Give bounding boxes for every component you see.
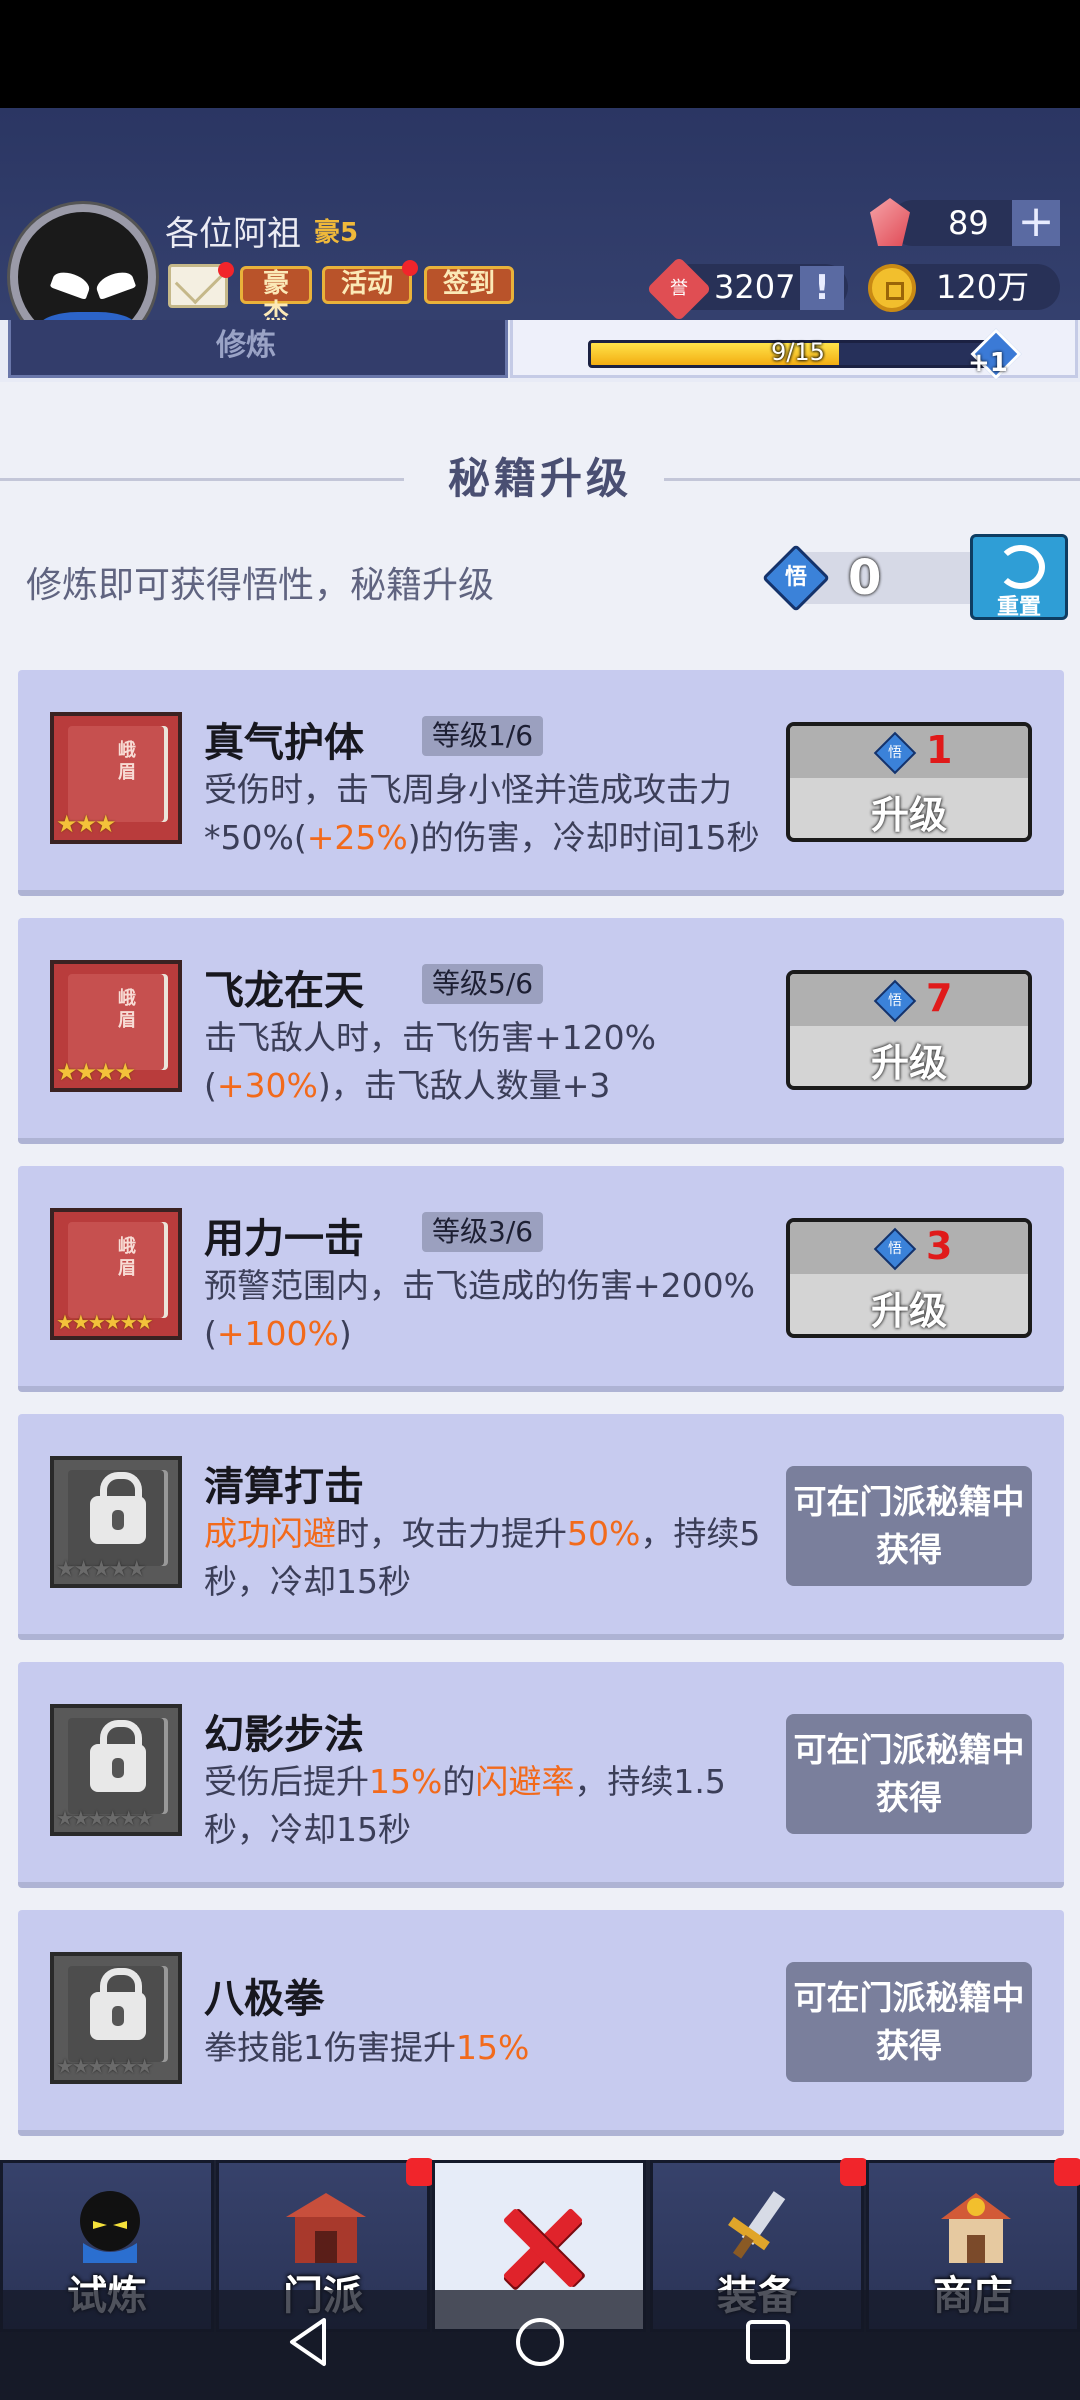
skill-card: 峨眉 ★★★★ 飞龙在天 等级5/6 击飞敌人时，击飞伤害+120%(+30%)…	[18, 918, 1064, 1144]
hint-text: 修炼即可获得悟性，秘籍升级	[26, 565, 495, 606]
skill-level: 等级5/6	[422, 964, 544, 1004]
skill-name: 幻影步法	[204, 1712, 364, 1758]
honor-count: 3207	[714, 268, 796, 306]
insight-count: 0	[848, 550, 882, 606]
locked-book-icon: ★★★★★★	[50, 1952, 182, 2084]
star-rating: ★★★★★	[56, 1557, 147, 1582]
star-rating: ★★★★	[56, 1058, 136, 1086]
insight-symbol: 悟	[784, 565, 807, 590]
skill-name: 清算打击	[204, 1464, 364, 1510]
upgrade-label: 升级	[870, 793, 947, 837]
event-button[interactable]: 活动	[322, 266, 412, 304]
skill-book-icon: 峨眉 ★★★★★★	[50, 1208, 182, 1340]
crossed-swords-icon	[500, 2206, 584, 2290]
player-name: 各位阿祖	[165, 214, 301, 254]
skill-description: 受伤后提升15%的闪避率，持续1.5秒，冷却15秒	[204, 1762, 726, 1849]
skill-name: 真气护体	[204, 720, 364, 766]
mail-notification-dot	[218, 262, 234, 278]
skill-level: 等级1/6	[422, 716, 544, 756]
skill-card-locked: ★★★★★ 清算打击 成功闪避时，攻击力提升50%，持续5秒，冷却15秒 可在门…	[18, 1414, 1064, 1640]
exp-bonus-badge[interactable]: +1	[968, 328, 1022, 380]
recent-apps-icon[interactable]	[744, 2318, 792, 2366]
upgrade-cost: 3	[926, 1224, 953, 1268]
obtain-hint: 可在门派秘籍中获得	[786, 1962, 1032, 2082]
avatar-eye	[93, 268, 137, 300]
upgrade-cost: 1	[926, 728, 953, 772]
locked-book-icon: ★★★★★	[50, 1456, 182, 1588]
skill-book-icon: 峨眉 ★★★★	[50, 960, 182, 1092]
skill-name: 用力一击	[204, 1216, 364, 1262]
obtain-hint: 可在门派秘籍中获得	[786, 1714, 1032, 1834]
temple-icon	[286, 2193, 366, 2263]
upgrade-button[interactable]: 悟 3 升级	[786, 1218, 1032, 1338]
skill-name: 八极拳	[204, 1976, 324, 2022]
equipment-notification-dot	[840, 2158, 868, 2186]
star-rating: ★★★★★★	[56, 1806, 154, 1830]
upgrade-label: 升级	[870, 1289, 947, 1333]
exp-bonus-label: +1	[968, 348, 1008, 378]
star-rating: ★★★★★★	[56, 2054, 154, 2078]
upgrade-button[interactable]: 悟 7 升级	[786, 970, 1032, 1090]
star-rating: ★★★	[56, 810, 117, 838]
lock-icon	[90, 1720, 146, 1792]
skill-level: 等级3/6	[422, 1212, 544, 1252]
gold-coin-icon	[868, 264, 916, 312]
shop-notification-dot	[1054, 2158, 1080, 2186]
sect-notification-dot	[406, 2158, 434, 2186]
event-notification-dot	[402, 260, 418, 276]
reset-label: 重置	[996, 595, 1041, 620]
skill-card-locked: ★★★★★★ 幻影步法 受伤后提升15%的闪避率，持续1.5秒，冷却15秒 可在…	[18, 1662, 1064, 1888]
lock-icon	[90, 1472, 146, 1544]
upgrade-button[interactable]: 悟 1 升级	[786, 722, 1032, 842]
ninja-icon	[80, 2191, 140, 2263]
locked-book-icon: ★★★★★★	[50, 1704, 182, 1836]
sword-icon	[728, 2191, 786, 2259]
upgrade-cost: 7	[926, 976, 953, 1020]
honor-info-button[interactable]: !	[800, 266, 844, 310]
avatar-eye	[49, 268, 93, 300]
star-rating: ★★★★★★	[56, 1310, 154, 1334]
gem-count: 89	[948, 204, 989, 242]
vip-level: 豪5	[314, 218, 359, 248]
skill-name: 飞龙在天	[204, 968, 364, 1014]
skill-description: 拳技能1伤害提升15%	[204, 2028, 530, 2067]
exp-progress-text: 9/15	[771, 338, 825, 366]
section-title: 秘籍升级	[447, 454, 632, 503]
refresh-icon	[997, 545, 1045, 589]
reset-button[interactable]: 重置	[970, 534, 1068, 620]
gold-count: 120万	[936, 268, 1030, 306]
hero-button[interactable]: 豪杰	[240, 266, 312, 329]
checkin-button[interactable]: 签到	[424, 266, 514, 304]
skill-card: 峨眉 ★★★★★★ 用力一击 等级3/6 预警范围内，击飞造成的伤害+200%(…	[18, 1166, 1064, 1392]
upgrade-label: 升级	[870, 1041, 947, 1085]
tab-cultivate[interactable]: 修炼	[8, 320, 508, 378]
shop-icon	[941, 2193, 1011, 2263]
skill-description: 击飞敌人时，击飞伤害+120%(+30%)，击飞敌人数量+3	[204, 1018, 656, 1105]
status-bar	[0, 0, 1080, 108]
skill-book-icon: 峨眉 ★★★	[50, 712, 182, 844]
skill-description: 受伤时，击飞周身小怪并造成攻击力*50%(+25%)的伤害，冷却时间15秒	[204, 770, 760, 857]
skill-description: 成功闪避时，攻击力提升50%，持续5秒，冷却15秒	[204, 1514, 761, 1601]
honor-badge-icon: 誉	[646, 256, 712, 322]
home-icon[interactable]	[514, 2316, 566, 2368]
skill-card-locked: ★★★★★★ 八极拳 拳技能1伤害提升15% 可在门派秘籍中获得	[18, 1910, 1064, 2136]
skill-description: 预警范围内，击飞造成的伤害+200%(+100%)	[204, 1266, 755, 1353]
tab-cultivate-label: 修炼	[216, 328, 276, 363]
skill-card: 峨眉 ★★★ 真气护体 等级1/6 受伤时，击飞周身小怪并造成攻击力*50%(+…	[18, 670, 1064, 896]
add-gems-button[interactable]: +	[1012, 200, 1060, 246]
lock-icon	[90, 1968, 146, 2040]
obtain-hint: 可在门派秘籍中获得	[786, 1466, 1032, 1586]
